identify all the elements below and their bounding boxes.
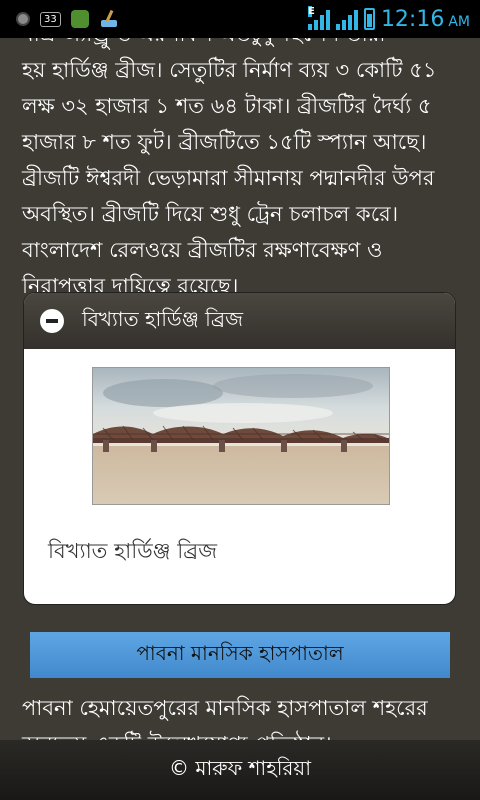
collapsible-image-card: বিখ্যাত হার্ডিঞ্জ ব্রিজ বিখ্যাত হার্ডিঞ্… [23, 292, 456, 605]
paragraph-line: পাবনা হেমায়েতপুরের মানসিক হাসপাতাল শহরে… [22, 696, 428, 720]
clock: 12:16 AM [381, 7, 470, 32]
paragraph-line: অবস্থিত। ব্রীজটি দিয়ে শুধু ট্রেন চলাচল … [22, 202, 399, 226]
clock-time: 12:16 [380, 6, 445, 32]
image-caption: বিখ্যাত হার্ডিঞ্জ ব্রিজ [48, 539, 218, 563]
section-title-banner[interactable]: পাবনা মানসিক হাসপাতাল [30, 632, 450, 678]
paragraph-line: বাংলাদেশ রেলওয়ে ব্রীজটির রক্ষণাবেক্ষণ ও [22, 238, 383, 262]
network-type-label: E [307, 6, 315, 17]
bridge-photo-icon [93, 368, 389, 504]
paragraph-line: ব্রীজটি ঈশ্বরদী ভেড়ামারা সীমানায় পদ্মা… [22, 166, 435, 190]
signal-sim2-icon [335, 8, 358, 30]
notification-count-icon: 33 [40, 11, 61, 27]
screen: 33 E 12:16AM মাত্র অ্যান্ড্রু ও এরসকিন এ… [0, 0, 480, 800]
paragraph-line: হয় হার্ডিঞ্জ ব্রীজ। সেতুটির নির্মাণ ব্য… [22, 58, 437, 82]
paragraph-line-cut: মাত্র অ্যান্ড্রু ও এরসকিন এতটুকু ছিলেন ত… [22, 38, 462, 52]
record-icon [16, 12, 30, 26]
paragraph-line: অন্যতম একটি উল্লেখযোগ্য প্রতিষ্ঠান। [22, 726, 462, 740]
collapse-minus-icon[interactable] [40, 309, 64, 333]
section-title: পাবনা মানসিক হাসপাতাল [136, 640, 344, 665]
android-app-icon [70, 10, 89, 28]
article-paragraph-pabna: পাবনা হেমায়েতপুরের মানসিক হাসপাতাল শহরে… [22, 690, 462, 740]
paragraph-line: হাজার ৮ শত ফুট। ব্রীজটিতে ১৫টি স্প্যান আ… [22, 130, 427, 154]
footer-bar: © মারুফ শাহরিয়া [0, 740, 480, 800]
clock-ampm: AM [448, 13, 470, 30]
status-bar: 33 E 12:16 AM [0, 0, 480, 38]
status-bar-notifications: 33 [0, 10, 119, 28]
card-header-toggle[interactable]: বিখ্যাত হার্ডিঞ্জ ব্রিজ [24, 293, 455, 349]
card-header-title: বিখ্যাত হার্ডিঞ্জ ব্রিজ [82, 306, 243, 331]
battery-icon [363, 8, 375, 30]
article-paragraph-hardinge: মাত্র অ্যান্ড্রু ও এরসকিন এতটুকু ছিলেন ত… [22, 38, 462, 304]
bridge-photo [92, 367, 390, 505]
paint-app-icon [99, 10, 119, 28]
article-content[interactable]: মাত্র অ্যান্ড্রু ও এরসকিন এতটুকু ছিলেন ত… [0, 38, 480, 740]
signal-sim1-icon: E [307, 6, 330, 30]
paragraph-line: লক্ষ ৩২ হাজার ১ শত ৬৪ টাকা। ব্রীজটির দৈর… [22, 94, 432, 118]
status-bar-system: E 12:16 AM [307, 6, 480, 32]
copyright-text: © মারুফ শাহরিয়া [168, 755, 312, 780]
